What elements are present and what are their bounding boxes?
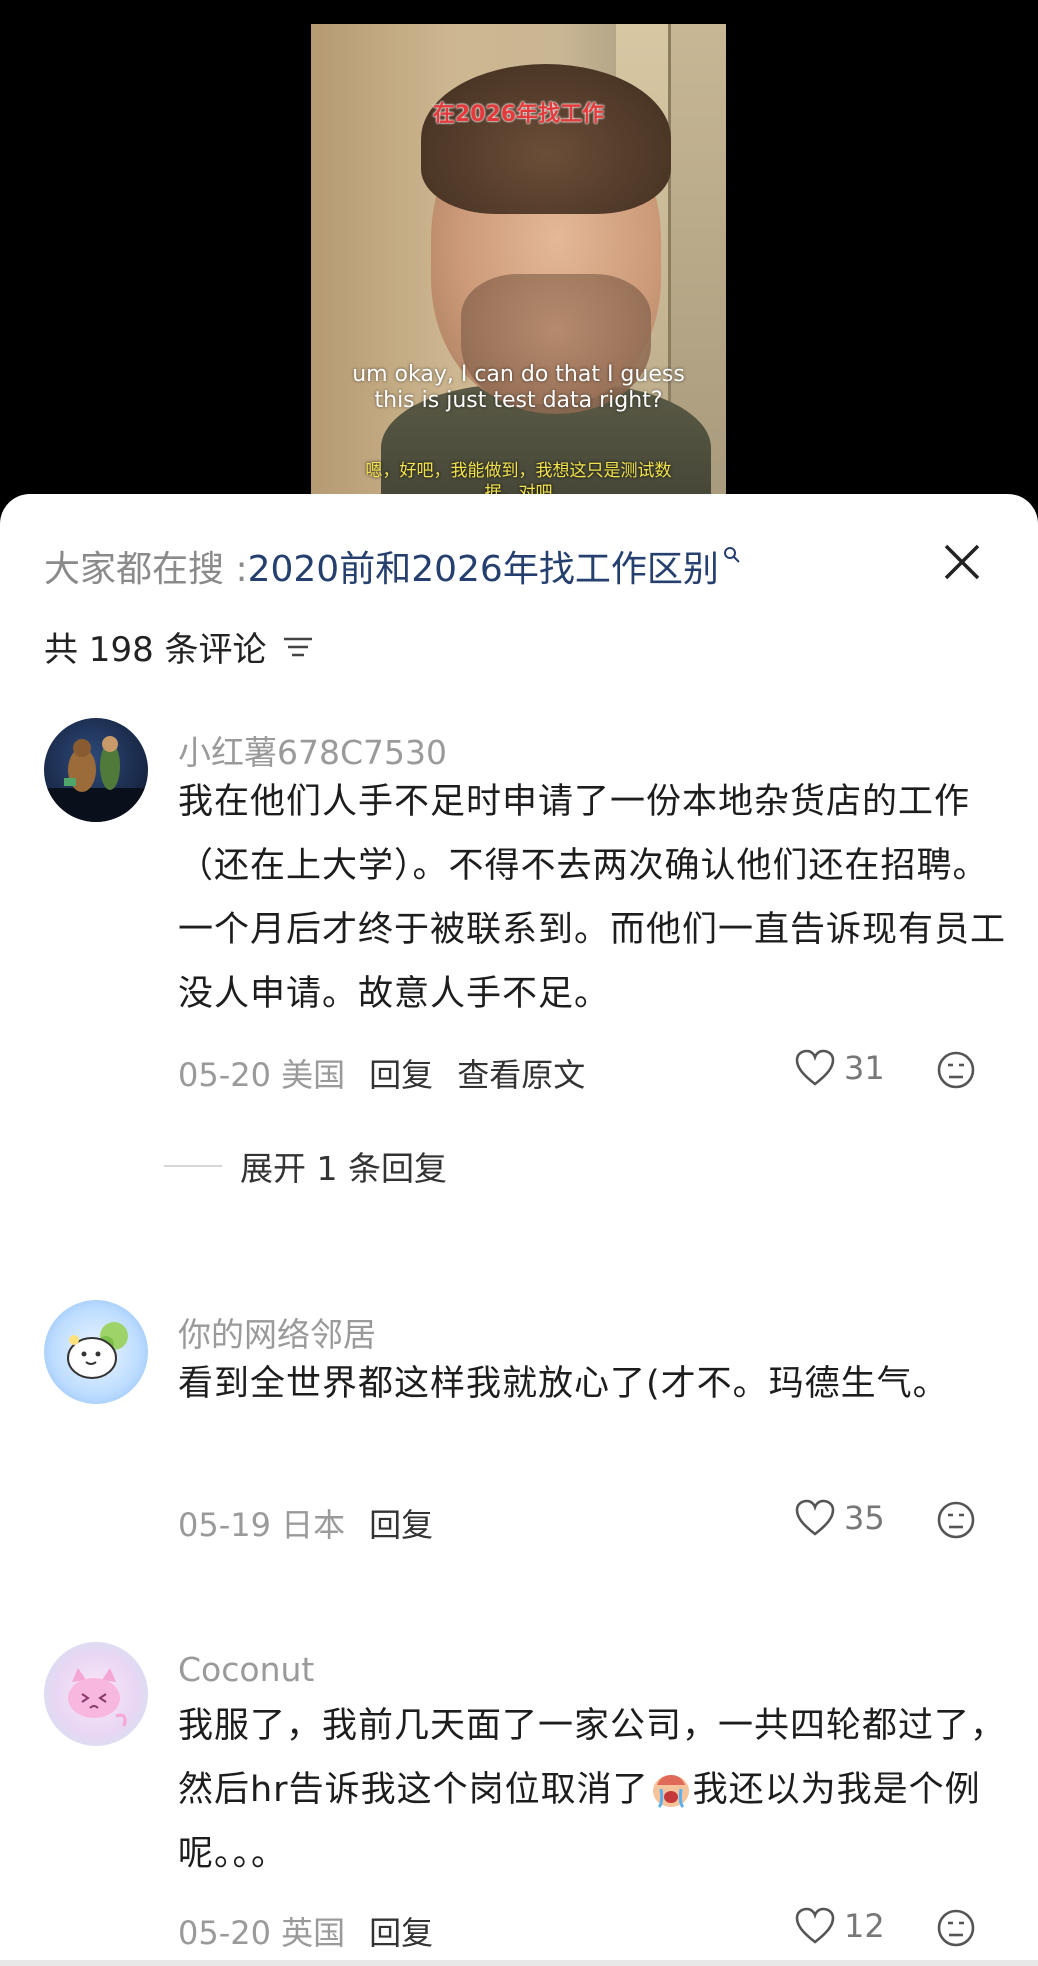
comments-count-row: 共 198 条评论 xyxy=(44,622,315,671)
comment-date-location: 05-19 日本 xyxy=(178,1506,346,1544)
close-button[interactable] xyxy=(938,538,986,586)
comments-sheet: 大家都在搜 : 2020前和2026年找工作区别 共 198 条评论 小红薯67… xyxy=(0,494,1038,1966)
comment-meta: 05-19 日本 回复 xyxy=(178,1500,433,1546)
heart-icon xyxy=(795,1907,835,1944)
crying-emoji-icon xyxy=(652,1775,689,1809)
expand-divider xyxy=(164,1165,222,1167)
like-button[interactable]: 35 xyxy=(794,1498,885,1538)
sort-icon[interactable] xyxy=(281,632,315,662)
close-icon xyxy=(944,544,980,580)
trending-search-prefix: 大家都在搜 : xyxy=(44,549,248,590)
heart-icon xyxy=(795,1499,835,1536)
like-count: 12 xyxy=(844,1907,885,1945)
avatar[interactable] xyxy=(44,718,148,822)
reply-button[interactable]: 回复 xyxy=(369,1500,433,1546)
video-player[interactable]: 在2026年找工作 um okay, I can do that I guess… xyxy=(311,24,726,504)
reply-button[interactable]: 回复 xyxy=(369,1908,433,1954)
video-subtitle-en: um okay, I can do that I guess this is j… xyxy=(352,362,685,413)
bottom-divider xyxy=(0,1960,1038,1966)
comment-date-location: 05-20 美国 xyxy=(178,1056,346,1094)
comment-meta: 05-20 美国 回复 查看原文 xyxy=(178,1050,585,1096)
comment-meta: 05-20 英国 回复 xyxy=(178,1908,433,1954)
dislike-face-icon[interactable] xyxy=(936,1050,976,1090)
video-person-hair xyxy=(421,64,671,214)
expand-replies-label: 展开 1 条回复 xyxy=(240,1149,447,1188)
avatar[interactable] xyxy=(44,1642,148,1746)
heart-icon xyxy=(795,1049,835,1086)
comment-username[interactable]: Coconut xyxy=(178,1650,314,1689)
comment-date-location: 05-20 英国 xyxy=(178,1914,346,1952)
expand-replies-button[interactable]: 展开 1 条回复 xyxy=(164,1142,447,1190)
video-title-overlay: 在2026年找工作 xyxy=(432,102,605,127)
dislike-face-icon[interactable] xyxy=(936,1500,976,1540)
like-count: 35 xyxy=(844,1499,885,1537)
trending-search[interactable]: 大家都在搜 : 2020前和2026年找工作区别 xyxy=(44,544,741,590)
comment-username[interactable]: 你的网络邻居 xyxy=(178,1308,376,1356)
like-button[interactable]: 12 xyxy=(794,1906,885,1946)
comment-username[interactable]: 小红薯678C7530 xyxy=(178,726,447,774)
reply-button[interactable]: 回复 xyxy=(369,1050,433,1096)
like-button[interactable]: 31 xyxy=(794,1048,885,1088)
trending-search-term[interactable]: 2020前和2026年找工作区别 xyxy=(248,540,719,592)
avatar[interactable] xyxy=(44,1300,148,1404)
comment-text: 我在他们人手不足时申请了一份本地杂货店的工作（还在上大学）。不得不去两次确认他们… xyxy=(178,782,1007,1014)
search-icon[interactable] xyxy=(723,546,741,564)
comment-text: 我服了，我前几天面了一家公司，一共四轮都过了，然后hr告诉我这个岗位取消了 我还… xyxy=(178,1694,1008,1886)
dislike-face-icon[interactable] xyxy=(936,1908,976,1948)
view-original-button[interactable]: 查看原文 xyxy=(457,1050,585,1096)
comments-count: 共 198 条评论 xyxy=(44,630,267,670)
comment-text: 看到全世界都这样我就放心了(才不。玛德生气。 xyxy=(178,1364,949,1404)
like-count: 31 xyxy=(844,1049,885,1087)
